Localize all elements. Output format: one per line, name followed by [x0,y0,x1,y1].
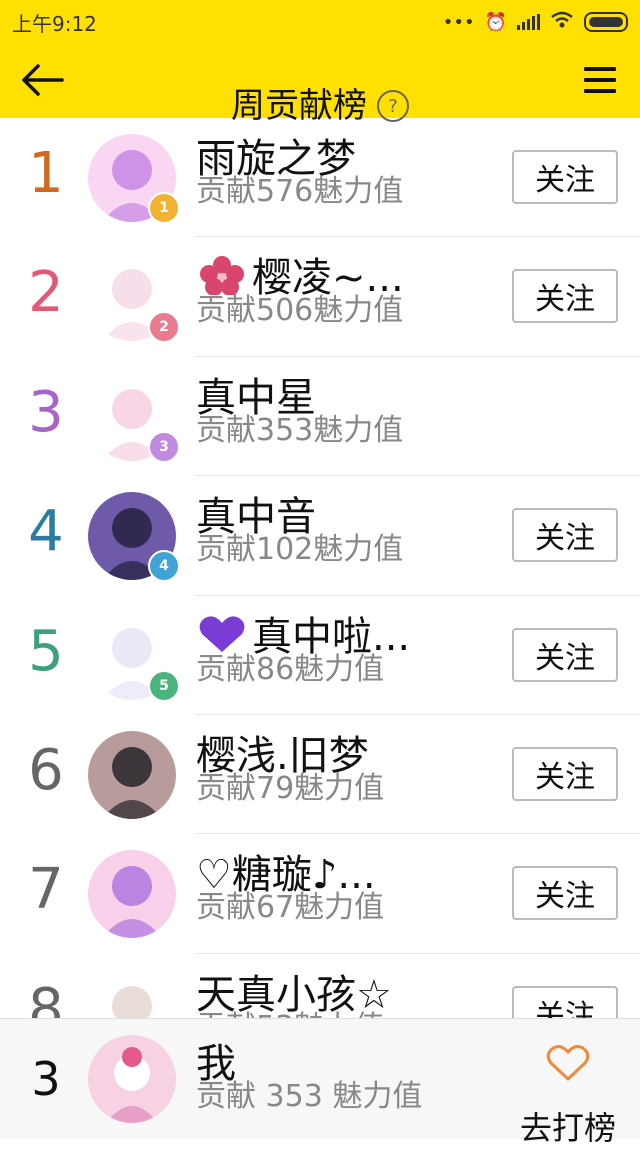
my-rank-number: 3 [31,1052,61,1106]
list-item[interactable]: 2 2 樱凌~... 贡献506魅力值 关注 [0,237,640,357]
list-item[interactable]: 8天真小孩☆贡献53魅力值关注 [0,954,640,1018]
rank-number: 4 [28,499,64,565]
status-icons: ••• ⏰ [443,11,628,34]
my-contribution: 贡献 353 魅力值 [196,1079,423,1114]
follow-button[interactable]: 关注 [512,269,618,324]
rank-badge: 5 [148,669,180,702]
list-item[interactable]: 7 ♡糖璇♪... 贡献67魅力值 关注 [0,834,640,954]
more-dots-icon: ••• [442,11,475,33]
avatar[interactable] [88,969,176,1018]
rank-number: 5 [28,618,64,684]
rank-badge: 3 [148,430,180,463]
my-rank-bar: 3 我 贡献 353 魅力值 去打榜 [0,1018,640,1147]
contribution-text: 贡献506魅力值 [196,293,404,329]
rank-number: 7 [28,857,64,923]
rank-number: 6 [28,737,64,803]
go-rank-button[interactable]: 去打榜 [520,1103,616,1149]
my-avatar[interactable] [88,1035,176,1123]
heart-icon[interactable] [546,1043,590,1083]
contribution-text: 贡献102魅力值 [196,532,404,568]
header: 周贡献榜 ? [0,44,640,126]
rank-number: 1 [28,141,64,206]
follow-button[interactable]: 关注 [512,985,618,1018]
rank-badge: 4 [148,550,180,583]
rank-badge: 2 [148,311,180,344]
contribution-text: 贡献67魅力值 [196,890,385,926]
avatar[interactable] [88,730,176,819]
alarm-icon: ⏰ [484,11,507,33]
rank-number: 3 [28,379,64,445]
follow-button[interactable]: 关注 [512,150,618,204]
contribution-text: 贡献576魅力值 [196,174,404,209]
rank-badge: 1 [148,192,180,224]
battery-icon [584,12,628,32]
list-item[interactable]: 5 5 真中啦... 贡献86魅力值 关注 [0,596,640,715]
rank-number: 2 [28,260,64,326]
status-bar: 上午9:12 ••• ⏰ [0,0,640,44]
contribution-text: 贡献79魅力值 [196,770,385,806]
contribution-text: 贡献353魅力值 [196,412,404,448]
contribution-text: 贡献86魅力值 [196,651,385,687]
list-item[interactable]: 6 樱浅.旧梦 贡献79魅力值 关注 [0,715,640,835]
follow-button[interactable]: 关注 [512,746,618,801]
follow-button[interactable]: 关注 [512,508,618,563]
list-item[interactable]: 3 3 真中星 贡献353魅力值 [0,357,640,477]
ranking-list: 1 1 雨旋之梦 贡献576魅力值 关注 2 2 樱凌~... 贡献506魅力值 关注 3 3 真中星贡… [0,118,640,1018]
wifi-icon [550,11,574,34]
signal-icon [517,14,540,30]
rank-number: 8 [28,976,64,1018]
avatar[interactable] [88,850,176,939]
list-item[interactable]: 4 4 真中音 贡献102魅力值 关注 [0,476,640,596]
list-item[interactable]: 1 1 雨旋之梦 贡献576魅力值 关注 [0,118,640,238]
menu-icon[interactable] [584,62,616,98]
contribution-text: 贡献53魅力值 [196,1008,384,1018]
status-time: 上午9:12 [12,11,97,36]
follow-button[interactable]: 关注 [512,627,618,682]
follow-button[interactable]: 关注 [512,866,618,921]
